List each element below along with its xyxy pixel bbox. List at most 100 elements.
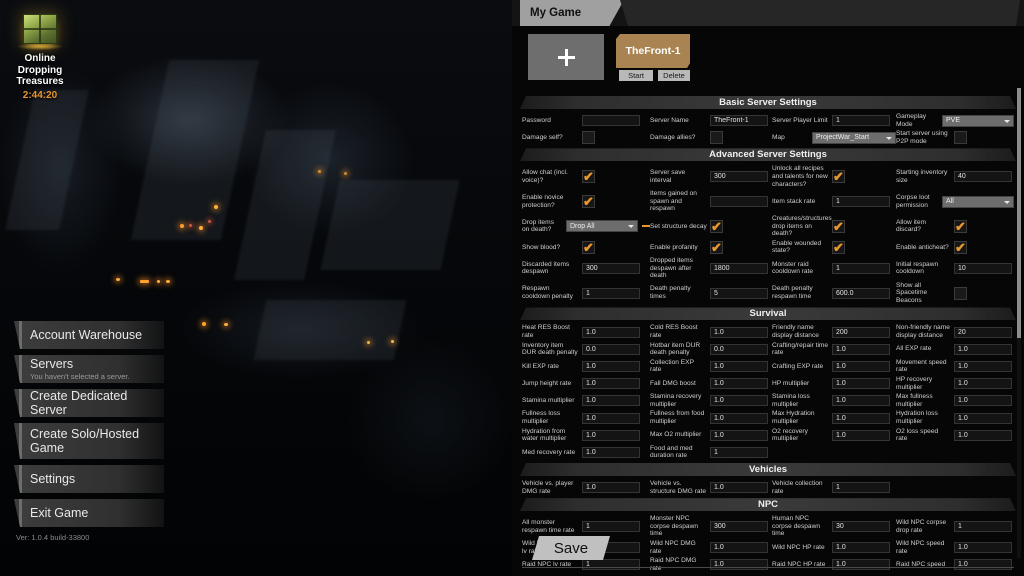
delete-server-button[interactable]: Delete: [658, 70, 690, 81]
checkbox-start-server-using-p2p-mode[interactable]: [954, 131, 967, 145]
checkbox-enable-profanity[interactable]: [710, 239, 723, 256]
checkbox-allow-chat-incl-voice[interactable]: [582, 168, 595, 185]
menu-item-create-solo-hosted-game[interactable]: Create Solo/Hosted Game: [14, 423, 164, 459]
server-card-thefront-1[interactable]: TheFront-1: [616, 34, 690, 68]
input-fall-dmg-boost[interactable]: [710, 378, 768, 390]
input-vehicle-vs-structure-dmg-rate[interactable]: [710, 482, 768, 494]
input-hp-multiplier[interactable]: [832, 378, 890, 390]
setting-gameplay-mode: Gameplay Mode PVE: [896, 113, 1014, 128]
input-stamina-loss-multiplier[interactable]: [832, 395, 890, 407]
input-max-fullness-multiplier[interactable]: [954, 395, 1012, 407]
tab-my-game[interactable]: My Game: [520, 0, 624, 26]
input-server-player-limit[interactable]: [832, 115, 890, 127]
setting-password: Password: [522, 113, 650, 128]
checkbox-show-all-spacetime-beacons[interactable]: [954, 286, 967, 300]
input-death-penalty-times[interactable]: [710, 287, 768, 299]
setting-control: [710, 131, 772, 145]
input-monster-raid-cooldown-rate[interactable]: [832, 262, 890, 274]
menu-item-create-dedicated-server[interactable]: Create Dedicated Server: [14, 389, 164, 417]
input-stamina-multiplier[interactable]: [582, 395, 640, 407]
input-crafting-exp-rate[interactable]: [832, 360, 890, 372]
input-hotbar-item-dur-death-penalty[interactable]: [710, 343, 768, 355]
input-vehicle-vs-player-dmg-rate[interactable]: [582, 482, 640, 494]
input-death-penalty-respawn-time[interactable]: [832, 287, 890, 299]
input-raid-npc-lv-rate[interactable]: [582, 559, 640, 571]
input-server-save-interval[interactable]: [710, 171, 768, 183]
input-kill-exp-rate[interactable]: [582, 360, 640, 372]
input-friendly-name-display-distance[interactable]: [832, 326, 890, 338]
input-raid-npc-hp-rate[interactable]: [832, 559, 890, 571]
input-hp-recovery-multiplier[interactable]: [954, 378, 1012, 390]
input-med-recovery-rate[interactable]: [582, 446, 640, 458]
input-raid-npc-dmg-rate[interactable]: [710, 559, 768, 571]
dropdown-gameplay-mode[interactable]: PVE: [942, 114, 1014, 127]
input-stamina-recovery-multiplier[interactable]: [710, 395, 768, 407]
input-max-o2-multiplier[interactable]: [710, 429, 768, 441]
input-vehicle-collection-rate[interactable]: [832, 482, 890, 494]
add-server-button[interactable]: [528, 34, 604, 80]
settings-scrollbar-thumb[interactable]: [1017, 88, 1021, 338]
menu-item-servers[interactable]: Servers You haven't selected a server.: [14, 355, 164, 383]
input-fullness-loss-multiplier[interactable]: [582, 412, 640, 424]
input-non-friendly-name-display-distance[interactable]: [954, 326, 1012, 338]
checkbox-damage-allies[interactable]: [710, 131, 723, 145]
setting-stamina-loss-multiplier: Stamina loss multiplier: [772, 393, 896, 408]
dropdown-drop-items-on-death[interactable]: Drop All: [566, 220, 638, 233]
input-fullness-from-food-multiplier[interactable]: [710, 412, 768, 424]
checkbox-allow-item-discard[interactable]: [954, 218, 967, 235]
checkbox-enable-anticheat[interactable]: [954, 239, 967, 256]
dropdown-corpse-loot-permission[interactable]: All: [942, 195, 1014, 208]
input-jump-height-rate[interactable]: [582, 378, 640, 390]
input-monster-npc-corpse-despawn-time[interactable]: [710, 521, 768, 533]
input-crafting-repair-time-rate[interactable]: [832, 343, 890, 355]
menu-item-exit-game[interactable]: Exit Game: [14, 499, 164, 527]
input-o2-loss-speed-rate[interactable]: [954, 429, 1012, 441]
input-cold-res-boost-rate[interactable]: [710, 326, 768, 338]
checkbox-creatures-structures-drop-items-on-death[interactable]: [832, 218, 845, 235]
input-discarded-items-despawn[interactable]: [582, 262, 640, 274]
input-max-hydration-multiplier[interactable]: [832, 412, 890, 424]
input-wild-npc-dmg-rate[interactable]: [710, 542, 768, 554]
input-respawn-cooldown-penalty[interactable]: [582, 287, 640, 299]
start-server-button[interactable]: Start: [619, 70, 653, 81]
setting-control: [710, 326, 772, 338]
input-wild-npc-corpse-drop-rate[interactable]: [954, 521, 1012, 533]
input-food-and-med-duration-rate[interactable]: [710, 446, 768, 458]
input-movement-speed-rate[interactable]: [954, 360, 1012, 372]
input-inventory-item-dur-death-penalty[interactable]: [582, 343, 640, 355]
checkbox-unlock-all-recipes-and-talents-for-new-characters[interactable]: [832, 168, 845, 185]
input-wild-npc-hp-rate[interactable]: [832, 542, 890, 554]
dropdown-map[interactable]: ProjectWar_Start: [812, 131, 896, 144]
setting-label: Discarded items despawn: [522, 260, 570, 276]
save-button[interactable]: Save: [532, 536, 610, 560]
input-collection-exp-rate[interactable]: [710, 360, 768, 372]
checkbox-set-structure-decay[interactable]: [710, 218, 723, 235]
setting-control: [710, 239, 772, 256]
setting-control: [832, 218, 896, 235]
input-all-exp-rate[interactable]: [954, 343, 1012, 355]
checkbox-enable-novice-protection[interactable]: [582, 193, 595, 210]
input-raid-npc-speed[interactable]: [954, 559, 1012, 571]
input-o2-recovery-multiplier[interactable]: [832, 429, 890, 441]
menu-item-settings[interactable]: Settings: [14, 465, 164, 493]
input-item-stack-rate[interactable]: [832, 196, 890, 208]
input-heat-res-boost-rate[interactable]: [582, 326, 640, 338]
checkbox-enable-wounded-state[interactable]: [832, 239, 845, 256]
input-server-name[interactable]: [710, 115, 768, 127]
checkbox-show-blood[interactable]: [582, 239, 595, 256]
input-starting-inventory-size[interactable]: [954, 171, 1012, 183]
input-initial-respawn-cooldown[interactable]: [954, 262, 1012, 274]
setting-control: ProjectWar_Start: [812, 131, 896, 144]
input-human-npc-corpse-despawn-time[interactable]: [832, 521, 890, 533]
input-hydration-from-water-multiplier[interactable]: [582, 429, 640, 441]
input-items-gained-on-spawn-and-respawn[interactable]: [710, 196, 768, 208]
input-password[interactable]: [582, 115, 640, 127]
light-speck: [180, 224, 184, 228]
input-dropped-items-despawn-after-death[interactable]: [710, 262, 768, 274]
checkbox-damage-self[interactable]: [582, 131, 595, 145]
input-hydration-loss-multiplier[interactable]: [954, 412, 1012, 424]
setting-raid-npc-speed: Raid NPC speed: [896, 557, 1014, 572]
input-wild-npc-speed-rate[interactable]: [954, 542, 1012, 554]
input-all-monster-respawn-time-rate[interactable]: [582, 521, 640, 533]
menu-item-account-warehouse[interactable]: Account Warehouse: [14, 321, 164, 349]
